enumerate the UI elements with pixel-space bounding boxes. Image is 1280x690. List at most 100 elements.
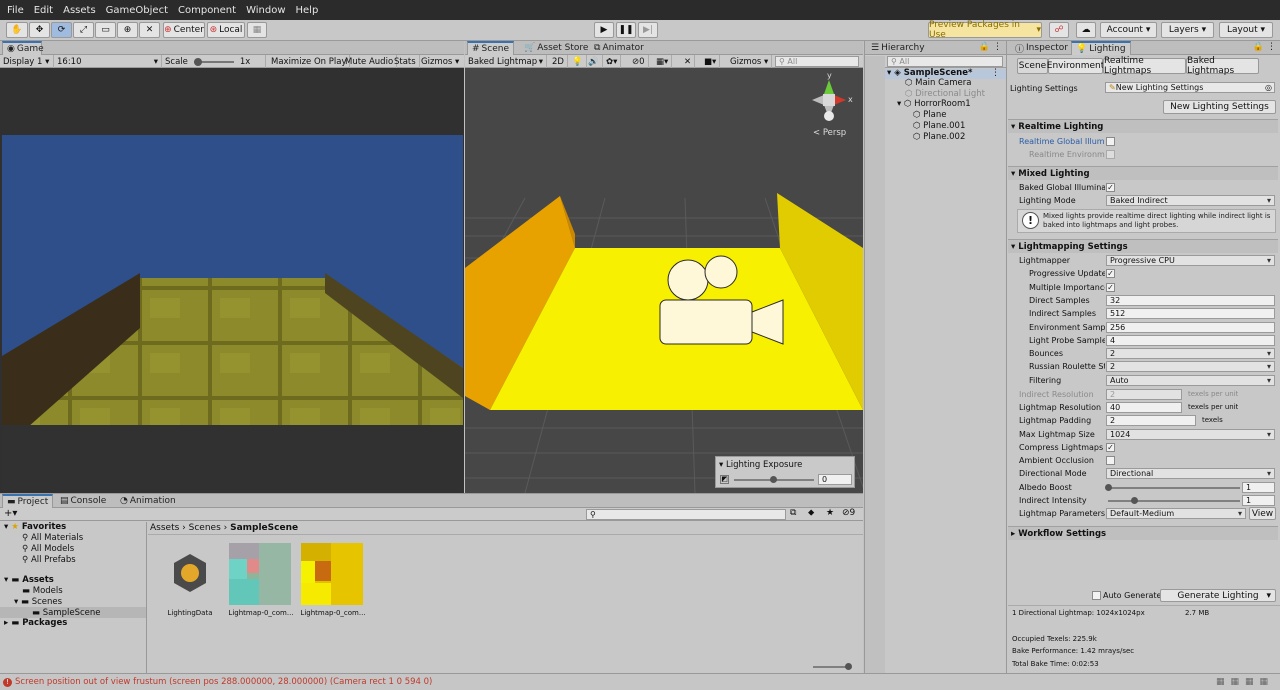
hierarchy-item[interactable]: ⬡ Plane	[913, 110, 946, 120]
auto-generate-checkbox[interactable]	[1092, 591, 1101, 600]
hidden-objects-button[interactable]: ⊘ 0	[629, 55, 649, 68]
subtab-scene[interactable]: Scene	[1017, 58, 1048, 74]
scene-root-item[interactable]: ▾ ◈ SampleScene*	[887, 68, 972, 78]
favorite-item[interactable]: ⚲ All Models	[22, 544, 74, 554]
lightmap-resolution-input[interactable]: 40	[1106, 402, 1182, 413]
hierarchy-item[interactable]: ▾ ⬡ HorrorRoom1	[897, 99, 971, 109]
directional-mode-dropdown[interactable]: Directional	[1106, 468, 1275, 479]
display-dropdown[interactable]: Display 1 ▾	[0, 55, 54, 68]
game-gizmos-dropdown[interactable]: Gizmos ▾	[418, 55, 462, 68]
transform-tool-icon[interactable]: ⊕	[117, 22, 138, 38]
subtab-baked-lightmaps[interactable]: Baked Lightmaps	[1186, 56, 1259, 76]
filtering-dropdown[interactable]: Auto	[1106, 375, 1275, 386]
albedo-boost-input[interactable]: 1	[1242, 482, 1275, 493]
compress-lightmaps-checkbox[interactable]: ✓	[1106, 443, 1115, 452]
hand-tool-icon[interactable]: ✋	[6, 22, 28, 38]
stats-toggle[interactable]: Stats	[391, 55, 420, 68]
asset-lightingdata[interactable]: LightingData	[160, 542, 220, 622]
projection-label[interactable]: < Persp	[813, 128, 846, 138]
menu-gameobject[interactable]: GameObject	[101, 5, 173, 16]
scene-viewport[interactable]: y x < Persp ▾ Lighting Exposure ◩ 0	[465, 68, 863, 493]
direct-samples-input[interactable]: 32	[1106, 295, 1275, 306]
panel-menu-icon[interactable]: ⋮	[993, 42, 1002, 52]
workflow-settings-header[interactable]: Workflow Settings	[1008, 526, 1278, 540]
panel-menu-icon[interactable]: ⋮	[1267, 42, 1276, 52]
new-lighting-settings-button[interactable]: New Lighting Settings	[1163, 100, 1276, 114]
lightmap-parameters-dropdown[interactable]: Default-Medium	[1106, 508, 1246, 519]
assets-folder[interactable]: ▾ ▬ Assets	[4, 575, 54, 585]
samplescene-folder[interactable]: ▬ SampleScene	[32, 608, 101, 618]
custom-tool-icon[interactable]: ✕	[139, 22, 160, 38]
lightmap-padding-input[interactable]: 2	[1106, 415, 1196, 426]
lightmapping-settings-header[interactable]: Lightmapping Settings	[1008, 239, 1278, 253]
hierarchy-search-input[interactable]: ⚲ All	[887, 56, 1003, 67]
russian-roulette-dropdown[interactable]: 2	[1106, 361, 1275, 372]
ambient-occlusion-checkbox[interactable]	[1106, 456, 1115, 465]
breadcrumb-assets[interactable]: Assets	[150, 523, 179, 533]
indirect-intensity-track[interactable]	[1108, 500, 1240, 502]
tab-lighting[interactable]: 💡 Lighting	[1071, 41, 1131, 55]
indirect-samples-input[interactable]: 512	[1106, 308, 1275, 319]
layout-dropdown[interactable]: Layout ▾	[1219, 22, 1273, 38]
hierarchy-item[interactable]: ⬡ Plane.002	[913, 132, 965, 142]
tab-inspector[interactable]: ⓘ Inspector	[1011, 41, 1072, 55]
mixed-lighting-header[interactable]: Mixed Lighting	[1008, 166, 1278, 180]
game-viewport[interactable]	[0, 68, 464, 493]
lock-icon[interactable]: 🔒	[1253, 42, 1264, 52]
asset-lightmap-1[interactable]: Lightmap-0_com...	[228, 542, 294, 622]
grid-toggle-icon[interactable]: ▦▾	[653, 55, 673, 68]
albedo-boost-knob[interactable]	[1105, 484, 1112, 491]
packages-folder[interactable]: ▸ ▬ Packages	[4, 618, 67, 628]
scale-tool-icon[interactable]: ⤢	[73, 22, 94, 38]
tab-asset-store[interactable]: 🛒 Asset Store	[520, 41, 592, 55]
tools-icon[interactable]: ✕	[681, 55, 696, 68]
grid-snap-icon[interactable]: ▦	[247, 22, 267, 38]
environment-samples-input[interactable]: 256	[1106, 322, 1275, 333]
account-dropdown[interactable]: Account ▾	[1100, 22, 1157, 38]
menu-assets[interactable]: Assets	[58, 5, 101, 16]
play-button[interactable]: ▶	[594, 22, 614, 38]
exposure-value-input[interactable]: 0	[818, 474, 852, 485]
scene-search-input[interactable]: ⚲ All	[775, 56, 859, 67]
move-tool-icon[interactable]: ✥	[29, 22, 50, 38]
albedo-boost-track[interactable]	[1108, 487, 1240, 489]
pivot-local-button[interactable]: ⊛ Local	[207, 22, 245, 38]
favorites-item[interactable]: ▾ ★ Favorites	[4, 522, 66, 532]
tab-scene[interactable]: # Scene	[467, 41, 514, 55]
pause-button[interactable]: ❚❚	[616, 22, 636, 38]
tab-project[interactable]: ▬ Project	[2, 494, 54, 508]
subtab-environment[interactable]: Environment	[1047, 58, 1104, 74]
lighting-settings-field[interactable]: ✎ New Lighting Settings ◎	[1105, 82, 1275, 93]
camera-dropdown-icon[interactable]: ■▾	[701, 55, 721, 68]
audio-toggle-icon[interactable]: 🔊	[585, 55, 603, 68]
step-button[interactable]: ▶|	[638, 22, 658, 38]
scene-gizmos-dropdown[interactable]: Gizmos ▾	[727, 55, 773, 68]
favorite-item[interactable]: ⚲ All Prefabs	[22, 555, 76, 565]
menu-component[interactable]: Component	[173, 5, 241, 16]
project-search-input[interactable]: ⚲	[586, 509, 786, 520]
tab-animator[interactable]: ⧉ Animator	[590, 41, 648, 55]
favorite-item[interactable]: ⚲ All Materials	[22, 533, 83, 543]
2d-toggle[interactable]: 2D	[549, 55, 568, 68]
asset-lightmap-2[interactable]: Lightmap-0_com...	[300, 542, 366, 622]
menu-file[interactable]: File	[2, 5, 29, 16]
rotate-tool-icon[interactable]: ⟳	[51, 22, 72, 38]
lock-icon[interactable]: 🔒	[979, 42, 990, 52]
menu-help[interactable]: Help	[291, 5, 324, 16]
maximize-on-play-toggle[interactable]: Maximize On Play	[268, 55, 351, 68]
indirect-resolution-input[interactable]: 2	[1106, 389, 1182, 400]
project-create-dropdown[interactable]: +▾	[4, 508, 17, 519]
progressive-updates-checkbox[interactable]: ✓	[1106, 269, 1115, 278]
pivot-center-button[interactable]: ⊕ Center	[163, 22, 205, 38]
icon-size-slider[interactable]	[813, 666, 849, 668]
hierarchy-item[interactable]: ⬡ Plane.001	[913, 121, 965, 131]
layers-dropdown[interactable]: Layers ▾	[1161, 22, 1214, 38]
scale-slider[interactable]: Scale 1x	[162, 55, 266, 68]
icon-size-knob[interactable]	[845, 663, 852, 670]
models-folder[interactable]: ▬ Models	[22, 586, 63, 596]
light-probe-samples-input[interactable]: 4	[1106, 335, 1275, 346]
tab-animation[interactable]: ◔ Animation	[116, 494, 180, 508]
lightmapper-dropdown[interactable]: Progressive CPU	[1106, 255, 1275, 266]
tab-hierarchy[interactable]: ☰ Hierarchy	[867, 41, 929, 55]
max-lightmap-size-dropdown[interactable]: 1024	[1106, 429, 1275, 440]
